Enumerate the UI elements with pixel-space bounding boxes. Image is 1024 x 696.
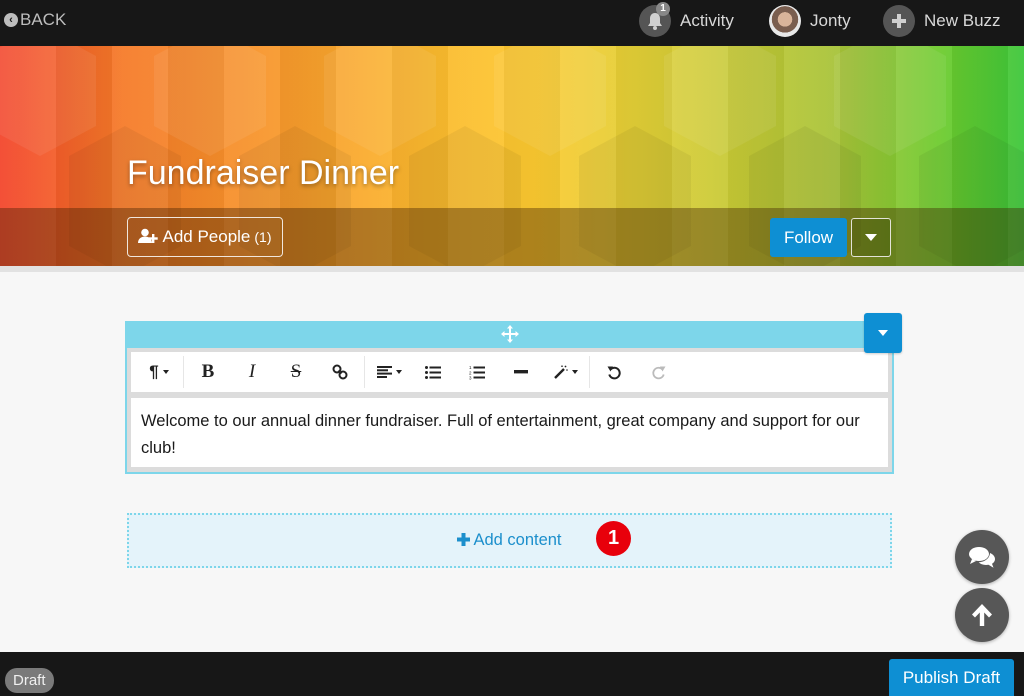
editor-content[interactable]: Welcome to our annual dinner fundraiser.… xyxy=(131,398,888,467)
add-people-button[interactable]: Add People (1) xyxy=(127,217,283,257)
italic-button[interactable]: I xyxy=(230,352,274,392)
add-content-label-wrap: Add content xyxy=(457,530,562,552)
plus-icon xyxy=(457,530,471,552)
back-button[interactable]: ‹ BACK xyxy=(4,10,66,30)
bottom-action-bar: Draft Publish Draft xyxy=(0,652,1024,696)
horizontal-rule-button[interactable] xyxy=(499,352,543,392)
user-name: Jonty xyxy=(810,11,851,30)
caret-down-icon xyxy=(162,370,169,374)
caret-down-icon xyxy=(878,330,888,336)
redo-button[interactable] xyxy=(636,352,680,392)
bold-button[interactable]: B xyxy=(186,352,230,392)
page-title: Fundraiser Dinner xyxy=(127,154,400,192)
add-content-button[interactable]: Add content xyxy=(127,513,892,568)
bullet-list-button[interactable] xyxy=(411,352,455,392)
arrow-up-icon xyxy=(972,604,992,626)
follow-options-dropdown[interactable] xyxy=(851,218,891,257)
top-navigation-bar: ‹ BACK 1 Activity Jonty New Buzz xyxy=(0,0,1024,46)
add-user-icon xyxy=(138,228,159,247)
plus-icon xyxy=(883,5,915,37)
paragraph-icon: ¶ xyxy=(149,362,159,381)
toolbar-separator xyxy=(364,356,365,388)
add-people-label: Add People xyxy=(162,227,251,246)
strikethrough-button[interactable]: S xyxy=(274,352,318,392)
avatar xyxy=(769,5,801,37)
toolbar-separator xyxy=(183,356,184,388)
svg-text:1: 1 xyxy=(469,365,472,370)
divider xyxy=(0,266,1024,272)
new-buzz-label: New Buzz xyxy=(924,11,1001,30)
horizontal-rule-icon xyxy=(514,370,528,374)
redo-icon xyxy=(651,366,665,379)
numbered-list-icon: 123 xyxy=(469,365,485,380)
activity-badge: 1 xyxy=(656,2,670,16)
bold-icon: B xyxy=(201,361,215,382)
strikethrough-icon: S xyxy=(290,361,302,382)
new-buzz-button[interactable]: New Buzz xyxy=(883,4,1001,38)
comments-icon xyxy=(969,547,995,568)
italic-icon: I xyxy=(248,361,256,382)
user-menu[interactable]: Jonty xyxy=(769,4,851,38)
caret-down-icon xyxy=(865,234,877,241)
caret-down-icon xyxy=(395,370,402,374)
activity-label: Activity xyxy=(680,11,734,30)
move-icon[interactable] xyxy=(500,325,519,346)
block-options-dropdown[interactable] xyxy=(864,313,902,353)
undo-icon xyxy=(607,366,621,379)
editor-toolbar: ¶ B I S 123 xyxy=(131,352,888,392)
paragraph-format-button[interactable]: ¶ xyxy=(137,352,181,392)
bullet-list-icon xyxy=(425,365,441,379)
status-badge: Draft xyxy=(5,668,54,693)
back-label: BACK xyxy=(20,10,67,29)
chevron-left-icon: ‹ xyxy=(4,13,18,27)
svg-text:2: 2 xyxy=(469,370,472,375)
numbered-list-button[interactable]: 123 xyxy=(455,352,499,392)
link-button[interactable] xyxy=(318,352,362,392)
step-badge: 1 xyxy=(596,521,631,556)
align-button[interactable] xyxy=(367,352,411,392)
undo-button[interactable] xyxy=(592,352,636,392)
activity-button[interactable]: 1 Activity xyxy=(639,2,734,38)
toolbar-separator xyxy=(589,356,590,388)
magic-wand-icon xyxy=(553,364,568,379)
chat-button[interactable] xyxy=(955,530,1009,584)
magic-format-button[interactable] xyxy=(543,352,587,392)
link-icon xyxy=(332,364,348,380)
align-left-icon xyxy=(376,366,392,378)
follow-button[interactable]: Follow xyxy=(770,218,847,257)
text-block-editor: ¶ B I S 123 Welcome to our annual dinner… xyxy=(125,321,894,474)
svg-text:3: 3 xyxy=(469,375,472,379)
people-count: (1) xyxy=(254,229,272,245)
block-drag-handle[interactable] xyxy=(127,323,892,348)
scroll-to-top-button[interactable] xyxy=(955,588,1009,642)
bell-icon: 1 xyxy=(639,2,671,37)
hero-banner: Fundraiser Dinner Add People (1) Follow xyxy=(0,46,1024,266)
add-content-label: Add content xyxy=(473,531,562,549)
caret-down-icon xyxy=(571,370,578,374)
publish-draft-button[interactable]: Publish Draft xyxy=(889,659,1014,696)
